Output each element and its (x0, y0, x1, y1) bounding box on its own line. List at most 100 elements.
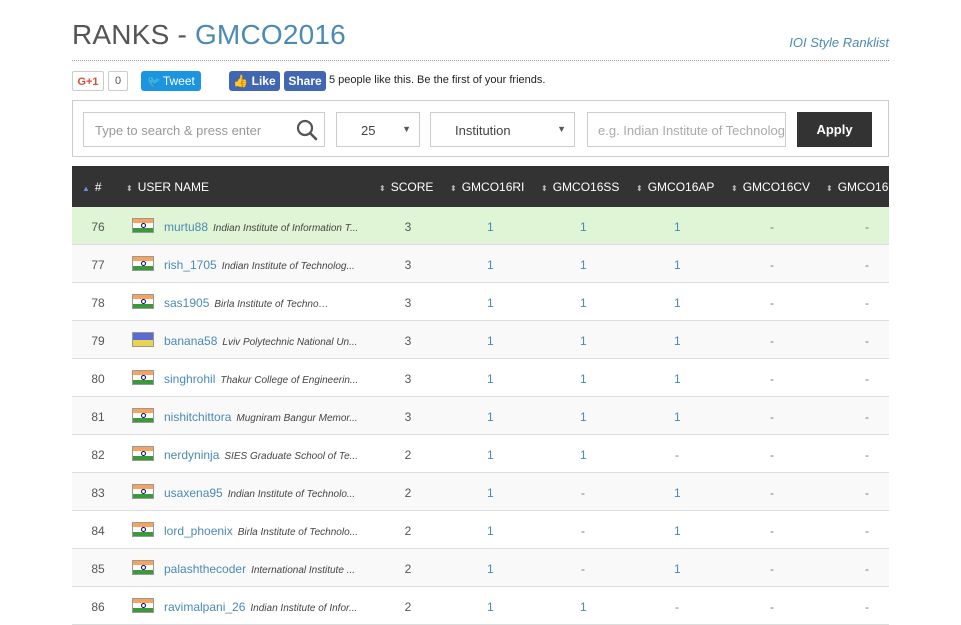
problem-score-cell[interactable]: 1 (674, 486, 681, 500)
column-header-gmco16ap[interactable]: ⬍ GMCO16AP (636, 180, 714, 194)
username[interactable]: nishitchittora (164, 410, 231, 424)
username[interactable]: murtu88 (164, 220, 208, 234)
problem-score-cell[interactable]: 1 (487, 524, 494, 538)
username[interactable]: singhrohil (164, 372, 215, 386)
problem-score-cell[interactable]: 1 (580, 258, 587, 272)
column-header-label: GMCO16SS (552, 180, 620, 194)
problem-score-cell[interactable]: 1 (487, 296, 494, 310)
problem-score-cell[interactable]: 1 (487, 258, 494, 272)
score-cell: 2 (404, 562, 412, 576)
problem-score-cell[interactable]: 1 (580, 410, 587, 424)
problem-score-cell[interactable]: 1 (487, 600, 494, 614)
username[interactable]: usaxena95 (164, 486, 223, 500)
username[interactable]: lord_phoenix (164, 524, 233, 538)
problem-score-cell[interactable]: 1 (674, 334, 681, 348)
problem-score-cell[interactable]: 1 (674, 296, 681, 310)
sort-asc-icon: ▲ (82, 184, 90, 193)
username-link[interactable]: banana58 Lviv Polytechnic National Un... (164, 334, 357, 348)
problem-score-cell[interactable]: 1 (580, 296, 587, 310)
institution-name: SIES Graduate School of Te... (224, 451, 358, 462)
column-header-gmco16cv[interactable]: ⬍ GMCO16CV (731, 180, 810, 194)
institution-placeholder: e.g. Indian Institute of Technology (598, 123, 786, 138)
column-header-username[interactable]: ⬍ USER NAME (126, 180, 209, 194)
username-link[interactable]: nishitchittora Mugniram Bangur Memor... (164, 410, 358, 424)
username-link[interactable]: nerdyninja SIES Graduate School of Te... (164, 448, 358, 462)
problem-score-cell[interactable]: 1 (674, 524, 681, 538)
problem-score-cell[interactable]: 1 (487, 372, 494, 386)
twitter-bird-icon: 🐦 (147, 76, 161, 88)
problem-score-cell: - (865, 296, 869, 310)
ukraine-flag-icon (132, 332, 154, 347)
column-header-score[interactable]: ⬍ SCORE (379, 180, 433, 194)
contest-code-link[interactable]: GMCO2016 (195, 19, 346, 50)
ioi-style-ranklist-link[interactable]: IOI Style Ranklist (789, 35, 889, 50)
username-link[interactable]: rish_1705 Indian Institute of Technolog..… (164, 258, 355, 272)
rank-cell: 78 (91, 296, 105, 310)
institution-name: Thakur College of Engineerin... (220, 375, 359, 386)
username-link[interactable]: usaxena95 Indian Institute of Technolo... (164, 486, 355, 500)
username[interactable]: sas1905 (164, 296, 209, 310)
username[interactable]: nerdyninja (164, 448, 219, 462)
tweet-button[interactable]: 🐦 Tweet (141, 71, 201, 91)
institution-name: Lviv Polytechnic National Un... (222, 337, 358, 348)
problem-score-cell[interactable]: 1 (487, 486, 494, 500)
problem-score-cell[interactable]: 1 (674, 562, 681, 576)
problem-score-cell[interactable]: 1 (487, 220, 494, 234)
problem-score-cell[interactable]: 1 (580, 372, 587, 386)
filter-panel: Type to search & press enter 25 ▼ Instit… (72, 100, 889, 157)
india-flag-icon (132, 218, 154, 233)
rank-cell: 79 (91, 334, 105, 348)
username-link[interactable]: ravimalpani_26 Indian Institute of Infor.… (164, 600, 357, 614)
problem-score-cell[interactable]: 1 (487, 448, 494, 462)
column-header-gmco16ss[interactable]: ⬍ GMCO16SS (541, 180, 619, 194)
problem-score-cell[interactable]: 1 (580, 220, 587, 234)
problem-score-cell: - (865, 600, 869, 614)
username[interactable]: rish_1705 (164, 258, 217, 272)
page-size-select[interactable]: 25 ▼ (336, 112, 420, 147)
facebook-share-button[interactable]: Share (284, 71, 326, 91)
facebook-like-button[interactable]: 👍 Like (229, 71, 280, 91)
problem-score-cell[interactable]: 1 (580, 334, 587, 348)
institution-name: Indian Institute of Technolo... (227, 489, 356, 500)
problem-score-cell: - (865, 258, 869, 272)
google-plus-button[interactable]: G+1 (72, 71, 104, 91)
username-link[interactable]: singhrohil Thakur College of Engineerin..… (164, 372, 358, 386)
rank-cell: 80 (91, 372, 105, 386)
filter-type-select[interactable]: Institution ▼ (430, 112, 575, 147)
sort-icon: ⬍ (826, 184, 833, 193)
problem-score-cell[interactable]: 1 (580, 600, 587, 614)
username-link[interactable]: sas1905 Birla Institute of Technology M..… (164, 296, 330, 310)
username[interactable]: banana58 (164, 334, 217, 348)
problem-score-cell[interactable]: 1 (487, 334, 494, 348)
username[interactable]: palashthecoder (164, 562, 246, 576)
column-header-rank[interactable]: ▲ # (82, 180, 102, 194)
problem-score-cell: - (581, 562, 585, 576)
username[interactable]: ravimalpani_26 (164, 600, 245, 614)
problem-score-cell[interactable]: 1 (674, 372, 681, 386)
india-flag-icon (132, 522, 154, 537)
ranklist-table: ▲ # ⬍ USER NAME ⬍ SCORE ⬍ GMCO16RI ⬍ GMCO16SS… (72, 166, 889, 625)
problem-score-cell[interactable]: 1 (674, 410, 681, 424)
apply-button[interactable]: Apply (797, 112, 872, 147)
chevron-down-icon: ▼ (557, 124, 566, 134)
problem-score-cell[interactable]: 1 (580, 448, 587, 462)
score-cell: 3 (404, 334, 412, 348)
problem-score-cell[interactable]: 1 (487, 562, 494, 576)
institution-input[interactable]: e.g. Indian Institute of Technology (587, 112, 786, 147)
sort-icon: ⬍ (636, 184, 643, 193)
search-input[interactable]: Type to search & press enter (83, 112, 325, 147)
username-link[interactable]: lord_phoenix Birla Institute of Technolo.… (164, 524, 358, 538)
score-cell: 3 (404, 410, 412, 424)
problem-score-cell[interactable]: 1 (487, 410, 494, 424)
table-row: 80 singhrohil Thakur College of Engineerin… (72, 359, 889, 397)
username-link[interactable]: murtu88 Indian Institute of Information T… (164, 220, 358, 234)
search-icon[interactable] (296, 119, 318, 141)
problem-score-cell[interactable]: 1 (674, 220, 681, 234)
problem-score-cell[interactable]: 1 (674, 258, 681, 272)
column-header-gmco16ri[interactable]: ⬍ GMCO16RI (450, 180, 524, 194)
score-cell: 2 (404, 486, 412, 500)
rank-cell: 83 (91, 486, 105, 500)
username-link[interactable]: palashthecoder International Institute ..… (164, 562, 355, 576)
column-header-gmco16[interactable]: ⬍ GMCO16 (826, 180, 888, 194)
institution-name: Mugniram Bangur Memor... (236, 413, 358, 424)
